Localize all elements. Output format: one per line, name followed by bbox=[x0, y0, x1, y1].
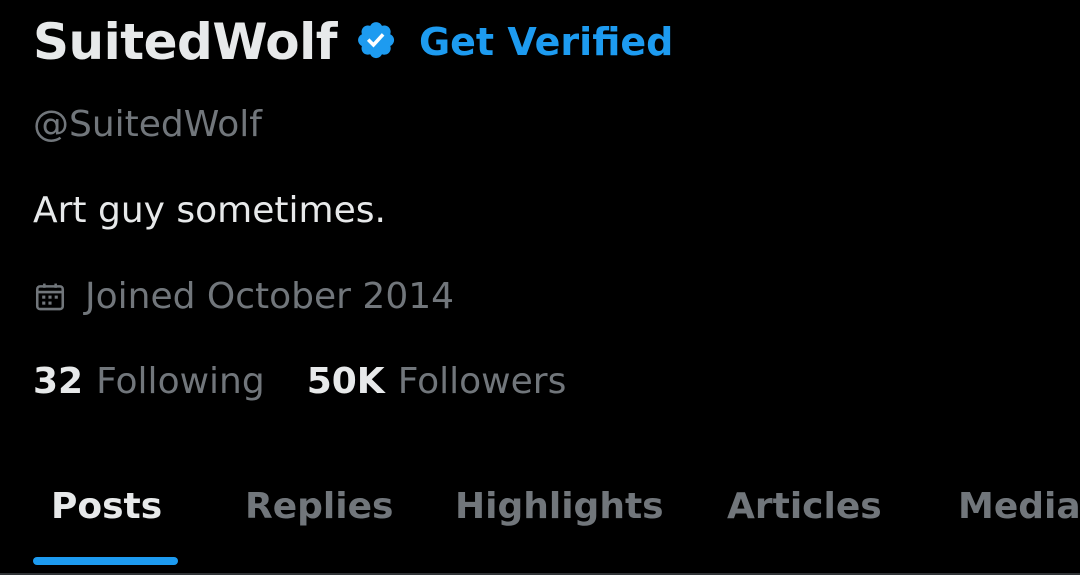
following-label: Following bbox=[96, 361, 265, 402]
followers-label: Followers bbox=[397, 361, 567, 402]
verified-badge-icon[interactable] bbox=[355, 19, 401, 65]
profile-name-row: SuitedWolf Get Verified bbox=[33, 10, 673, 74]
tab-posts[interactable]: Posts bbox=[51, 486, 162, 527]
tab-replies[interactable]: Replies bbox=[245, 486, 393, 527]
following-link[interactable]: 32 Following bbox=[33, 361, 265, 402]
follow-stats: 32 Following 50K Followers bbox=[33, 361, 566, 402]
tab-highlights[interactable]: Highlights bbox=[455, 486, 664, 527]
joined-date-row: Joined October 2014 bbox=[33, 276, 454, 317]
calendar-icon bbox=[33, 280, 67, 314]
following-count: 32 bbox=[33, 361, 84, 402]
display-name: SuitedWolf bbox=[33, 13, 337, 71]
active-tab-indicator bbox=[33, 557, 178, 565]
profile-tabs: Posts Replies Highlights Articles Media bbox=[0, 460, 1080, 575]
profile-bio: Art guy sometimes. bbox=[33, 190, 386, 231]
tab-articles[interactable]: Articles bbox=[727, 486, 882, 527]
followers-count: 50K bbox=[306, 361, 385, 402]
joined-date: Joined October 2014 bbox=[85, 276, 455, 317]
followers-link[interactable]: 50K Followers bbox=[307, 361, 567, 402]
get-verified-link[interactable]: Get Verified bbox=[419, 20, 673, 64]
tab-media[interactable]: Media bbox=[958, 486, 1080, 527]
profile-handle: @SuitedWolf bbox=[33, 104, 262, 145]
